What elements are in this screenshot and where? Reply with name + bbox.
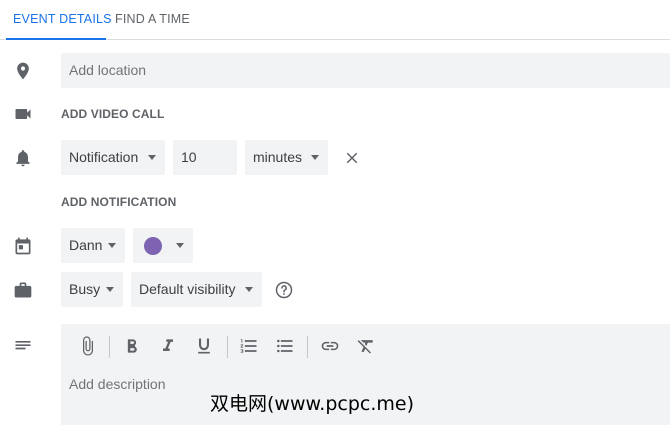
attachment-icon[interactable] <box>78 336 98 356</box>
calendar-icon <box>13 236 33 256</box>
dropdown-arrow-icon <box>148 155 156 160</box>
bell-icon <box>13 148 33 168</box>
description-lines-icon <box>13 336 33 356</box>
dropdown-arrow-icon <box>311 155 319 160</box>
remove-formatting-icon[interactable] <box>356 336 376 356</box>
tab-event-details[interactable]: EVENT DETAILS <box>6 0 112 40</box>
dropdown-arrow-icon <box>245 287 253 292</box>
notification-unit-select[interactable]: minutes <box>245 140 328 175</box>
visibility-value: Default visibility <box>139 281 236 297</box>
dropdown-arrow-icon <box>108 243 116 248</box>
toolbar-divider <box>109 336 110 358</box>
underline-icon[interactable] <box>194 336 214 356</box>
dropdown-arrow-icon <box>176 243 184 248</box>
dropdown-arrow-icon <box>106 287 114 292</box>
availability-value: Busy <box>69 281 101 297</box>
tab-bar: EVENT DETAILS FIND A TIME <box>0 0 670 40</box>
add-notification-button[interactable]: ADD NOTIFICATION <box>61 195 176 209</box>
notification-type-select[interactable]: Notification <box>61 140 165 175</box>
color-swatch <box>144 237 162 255</box>
help-icon[interactable] <box>274 280 294 300</box>
italic-icon[interactable] <box>158 336 178 356</box>
bulleted-list-icon[interactable] <box>275 336 295 356</box>
event-color-select[interactable] <box>133 228 193 263</box>
watermark-text: 双电网(www.pcpc.me) <box>210 393 414 415</box>
link-icon[interactable] <box>320 336 340 356</box>
close-icon[interactable] <box>343 149 361 167</box>
toolbar-divider <box>227 336 228 358</box>
visibility-select[interactable]: Default visibility <box>131 272 262 307</box>
bold-icon[interactable] <box>122 336 142 356</box>
notification-amount-input[interactable]: 10 <box>173 140 237 175</box>
calendar-select[interactable]: Dann <box>61 228 125 263</box>
briefcase-icon <box>13 280 33 300</box>
location-input[interactable]: Add location <box>61 53 670 88</box>
toolbar-divider <box>307 336 308 358</box>
tab-find-a-time[interactable]: FIND A TIME <box>115 0 190 40</box>
numbered-list-icon[interactable] <box>239 336 259 356</box>
availability-select[interactable]: Busy <box>61 272 123 307</box>
add-video-call-button[interactable]: ADD VIDEO CALL <box>61 107 164 121</box>
calendar-name: Dann <box>69 237 103 253</box>
video-camera-icon <box>13 104 33 124</box>
notification-unit-value: minutes <box>253 149 303 165</box>
notification-type-value: Notification <box>69 149 139 165</box>
description-input[interactable]: Add description <box>69 376 166 392</box>
location-pin-icon <box>13 61 33 81</box>
